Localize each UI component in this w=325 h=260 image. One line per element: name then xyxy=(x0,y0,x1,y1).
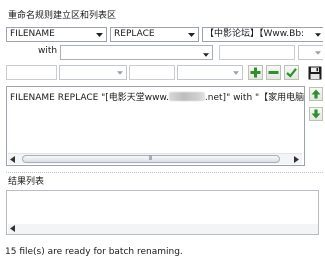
chevron-down-icon xyxy=(113,66,126,79)
param-input-2[interactable] xyxy=(129,65,175,80)
action-select-value: REPLACE xyxy=(114,29,155,39)
horizontal-scrollbar[interactable]: Ⅲ xyxy=(8,153,302,164)
mode-select-value: FILENAME xyxy=(10,29,55,39)
rule-text-before: FILENAME REPLACE "[电影天堂www. xyxy=(10,93,169,103)
minus-icon xyxy=(268,71,279,74)
results-horizontal-scrollbar[interactable] xyxy=(8,224,318,234)
param-select-1[interactable] xyxy=(59,65,127,80)
chevron-down-icon xyxy=(313,28,323,41)
status-message: 15 file(s) are ready for batch renaming. xyxy=(5,247,183,257)
chevron-down-icon xyxy=(229,66,242,79)
redacted-text xyxy=(168,92,205,101)
pattern-select[interactable]: 【中影论坛】【Www.Bb: xyxy=(202,27,323,42)
with-input[interactable] xyxy=(60,45,213,60)
param-select-2[interactable] xyxy=(177,65,243,80)
scrollbar-thumb[interactable]: Ⅲ xyxy=(22,155,280,163)
results-list[interactable] xyxy=(6,190,319,235)
arrow-down-icon xyxy=(311,109,321,119)
scrollbar-grip: Ⅲ xyxy=(148,155,154,162)
move-up-button[interactable] xyxy=(309,87,323,101)
check-icon xyxy=(286,68,297,78)
apply-rule-button[interactable] xyxy=(284,65,299,80)
with-extra-select[interactable] xyxy=(298,45,323,60)
move-down-button[interactable] xyxy=(309,107,323,121)
arrow-up-icon xyxy=(311,89,321,99)
splitter[interactable] xyxy=(6,172,323,173)
mode-select[interactable]: FILENAME xyxy=(6,27,107,42)
results-title: 结果列表 xyxy=(8,177,45,187)
save-button[interactable] xyxy=(306,64,323,81)
rule-line: FILENAME REPLACE "[电影天堂www. .net]" with "… xyxy=(10,92,304,104)
add-rule-button[interactable] xyxy=(248,65,263,80)
chevron-down-icon xyxy=(93,28,106,41)
scroll-right-icon[interactable] xyxy=(294,156,299,166)
scroll-left-icon[interactable] xyxy=(10,156,15,166)
scroll-left-icon[interactable] xyxy=(10,225,15,235)
section-title: 重命名规则建立区和列表区 xyxy=(8,11,117,21)
with-extra-input[interactable] xyxy=(219,45,295,60)
remove-rule-button[interactable] xyxy=(266,65,281,80)
chevron-down-icon xyxy=(313,46,323,59)
pattern-select-value: 【中影论坛】【Www.Bb: xyxy=(205,29,305,39)
floppy-disk-icon xyxy=(308,66,321,79)
chevron-down-icon xyxy=(185,28,198,41)
param-input-1[interactable] xyxy=(6,65,57,80)
rule-text-after: .net]" with "【家用电脑 xyxy=(204,93,305,103)
with-label: with xyxy=(38,46,58,56)
plus-icon xyxy=(250,67,261,78)
chevron-down-icon xyxy=(203,50,209,60)
action-select[interactable]: REPLACE xyxy=(110,27,199,42)
